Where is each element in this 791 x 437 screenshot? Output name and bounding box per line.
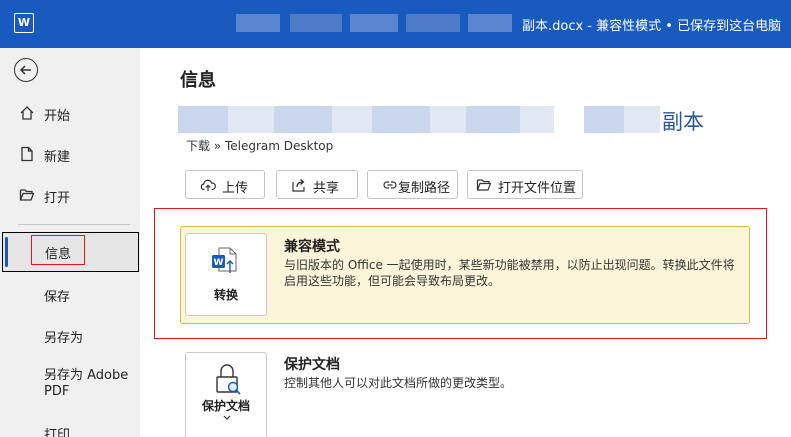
sidebar-item-label: 打印 — [44, 428, 71, 437]
open-file-location-button-label: 打开文件位置 — [498, 181, 577, 196]
upload-button-label: 上传 — [222, 181, 249, 196]
folder-icon — [476, 179, 492, 191]
sidebar-item-print[interactable]: 打印 — [0, 414, 140, 437]
sidebar-item-save-as-pdf[interactable]: 另存为 Adobe PDF — [0, 358, 140, 404]
redacted-title-block — [290, 14, 342, 32]
title-bar: W 副本.docx - 兼容性模式 • 已保存到这台电脑 — [0, 0, 791, 48]
sidebar-item-save[interactable]: 保存 — [0, 276, 140, 312]
page-title: 信息 — [180, 70, 216, 91]
sidebar-item-label: 另存为 — [44, 331, 84, 346]
word-convert-icon: W — [212, 247, 237, 273]
redacted-title-block — [406, 14, 460, 32]
redacted-filename-block — [332, 106, 372, 133]
share-icon — [292, 179, 305, 192]
redacted-filename-block — [520, 106, 554, 133]
upload-button[interactable]: 上传 — [185, 170, 265, 199]
convert-button-label: 转换 — [213, 288, 238, 302]
protect-document-description: 控制其他人可以对此文档所做的更改类型。 — [284, 376, 513, 390]
sidebar-item-label: 打开 — [44, 191, 71, 206]
back-arrow-icon[interactable] — [14, 58, 38, 82]
sidebar-divider — [18, 224, 130, 225]
redacted-filename-block — [372, 106, 430, 133]
sidebar-item-open[interactable]: 打开 — [0, 177, 140, 213]
active-indicator — [5, 237, 8, 267]
sidebar-item-label: 信息 — [45, 247, 72, 262]
copy-path-button-label: 复制路径 — [398, 181, 451, 196]
redacted-filename-block — [430, 106, 466, 133]
redacted-title-block — [236, 14, 280, 32]
convert-button[interactable]: W 转换 — [185, 233, 267, 316]
redacted-filename-block — [228, 106, 274, 133]
file-path: 下载 » Telegram Desktop — [186, 139, 334, 153]
sidebar-item-label: 新建 — [44, 150, 71, 165]
sidebar-item-home[interactable]: 开始 — [0, 95, 140, 131]
open-file-location-button[interactable]: 打开文件位置 — [467, 170, 583, 199]
document-name: 副本 — [662, 110, 704, 134]
redacted-filename-block — [584, 106, 624, 133]
sidebar-item-new[interactable]: 新建 — [0, 136, 140, 172]
backstage-sidebar: 开始 新建 打开 信息 保存 另存为 另存为 Adobe PDF 打印 — [0, 48, 140, 437]
word-logo-icon: W — [14, 13, 34, 33]
protect-document-button-label: 保护文档 — [201, 399, 250, 413]
protect-document-button[interactable]: 保护文档 — [185, 352, 267, 437]
sidebar-item-label: 开始 — [44, 109, 71, 124]
link-icon — [383, 181, 397, 189]
redacted-filename-block — [178, 106, 228, 133]
share-button[interactable]: 共享 — [276, 170, 358, 199]
document-title: 副本.docx - 兼容性模式 • 已保存到这台电脑 — [522, 19, 782, 34]
share-button-label: 共享 — [313, 181, 340, 196]
chevron-down-icon — [223, 415, 231, 420]
svg-text:W: W — [214, 258, 224, 268]
sidebar-item-label: 保存 — [44, 290, 71, 305]
lock-icon — [216, 364, 241, 395]
home-icon — [20, 106, 34, 120]
copy-path-button[interactable]: 复制路径 — [367, 170, 458, 199]
compatibility-mode-description: 与旧版本的 Office 一起使用时，某些新功能被禁用，以防止出现问题。转换此文… — [284, 258, 735, 288]
redacted-filename-block — [624, 106, 660, 133]
sidebar-item-info[interactable]: 信息 — [2, 232, 139, 272]
new-document-icon — [21, 146, 33, 162]
sidebar-item-label: 另存为 Adobe PDF — [44, 368, 129, 399]
redacted-title-block — [468, 14, 512, 32]
sidebar-item-save-as[interactable]: 另存为 — [0, 317, 140, 353]
compatibility-mode-title: 兼容模式 — [284, 239, 340, 255]
redacted-filename-block — [274, 106, 332, 133]
protect-document-title: 保护文档 — [284, 357, 340, 373]
redacted-filename-block — [466, 106, 520, 133]
redacted-title-block — [350, 14, 398, 32]
open-folder-icon — [19, 189, 35, 201]
upload-cloud-icon — [200, 179, 216, 191]
